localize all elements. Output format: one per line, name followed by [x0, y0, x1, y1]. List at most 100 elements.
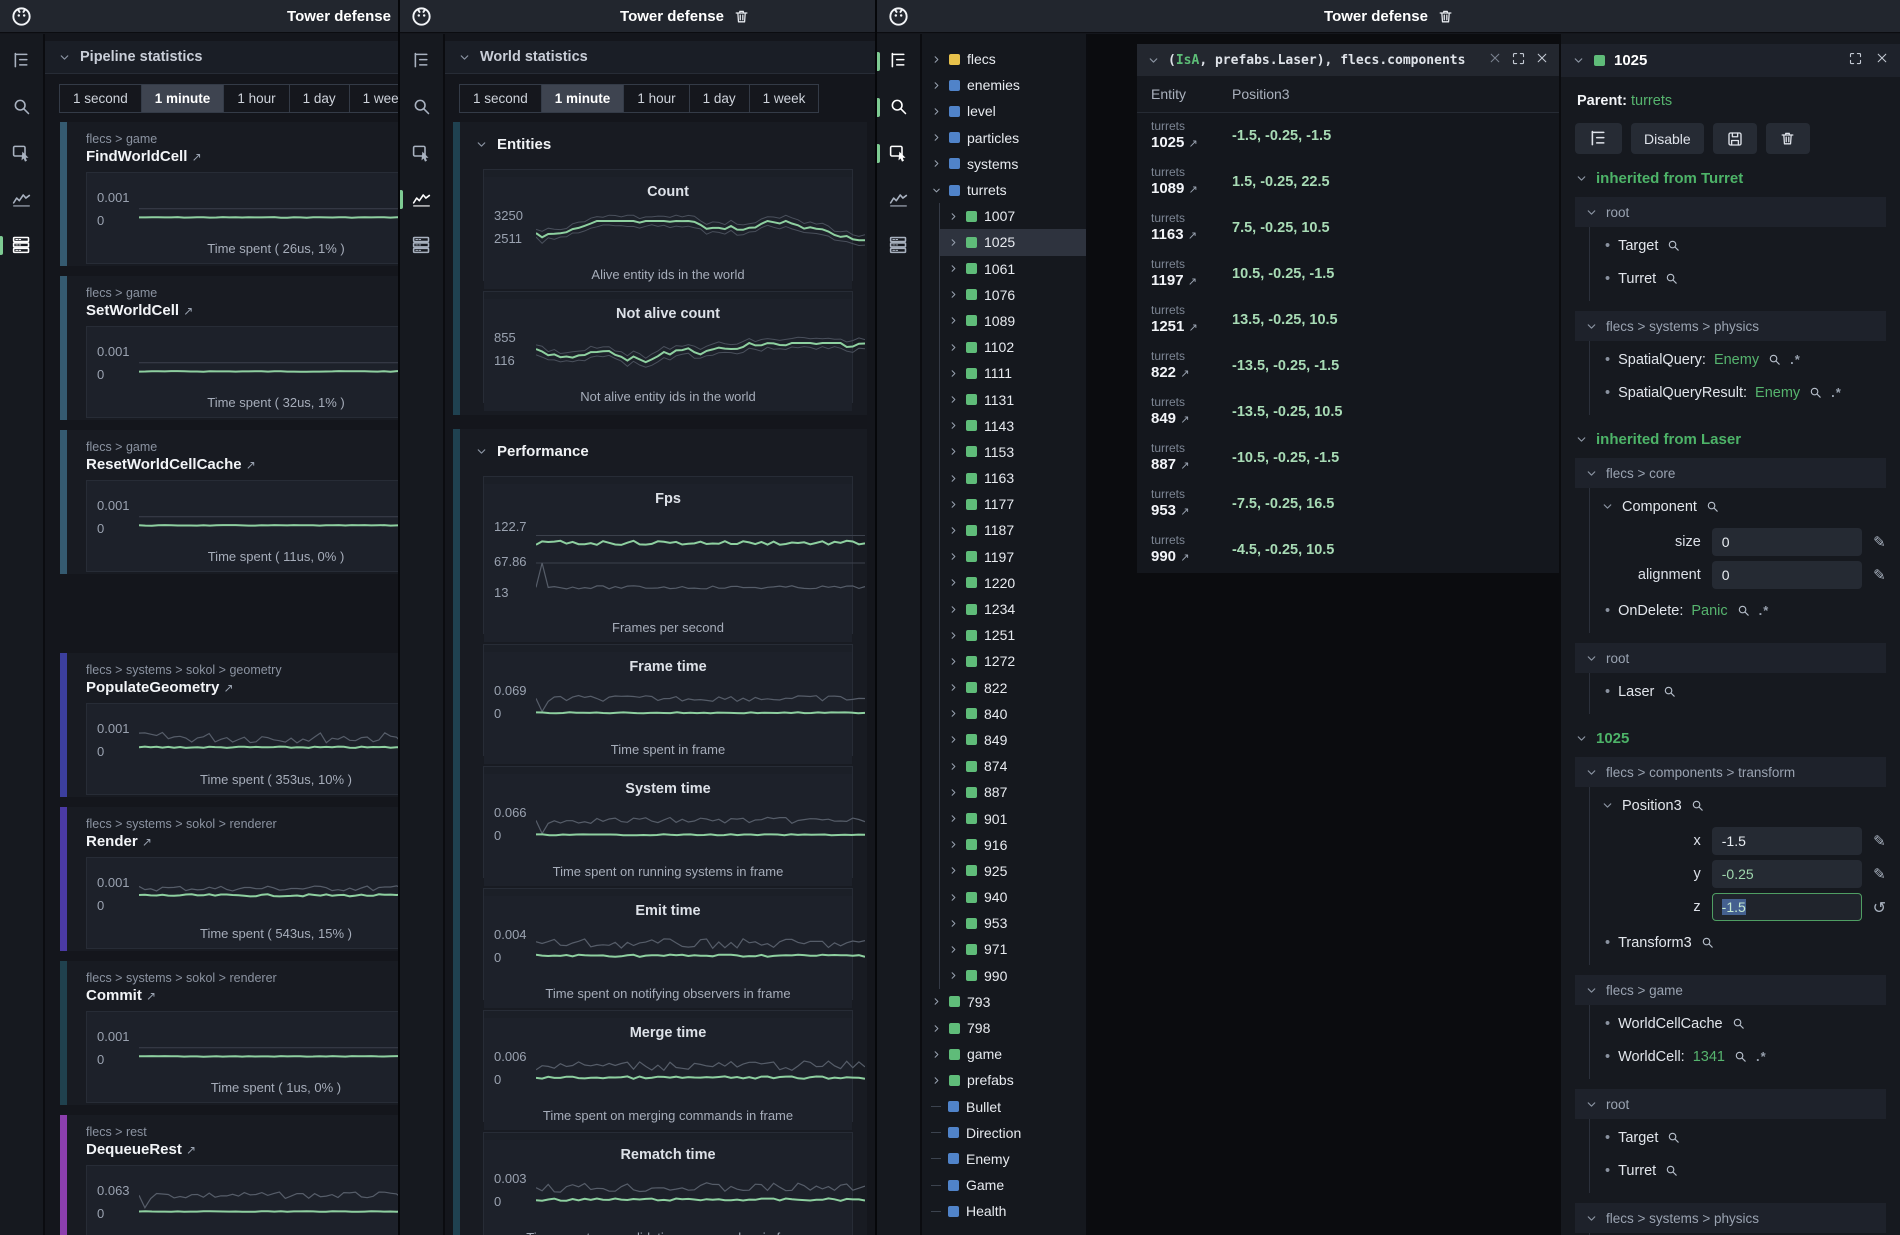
scope-header[interactable]: root	[1575, 1089, 1886, 1119]
open-link-icon[interactable]: ↗	[1188, 229, 1197, 242]
chevron-right-icon[interactable]	[948, 970, 959, 981]
time-range-tab[interactable]: 1 hour	[224, 85, 288, 112]
component-value-link[interactable]: Enemy	[1755, 385, 1800, 401]
tree-item-1089[interactable]: 1089	[939, 308, 1086, 334]
chevron-right-icon[interactable]	[931, 996, 942, 1007]
size-value-input[interactable]: 0	[1712, 528, 1862, 556]
tree-item-822[interactable]: 822	[939, 675, 1086, 701]
clear-query-icon[interactable]	[1488, 51, 1502, 69]
chevron-right-icon[interactable]	[948, 394, 959, 405]
inspect-icon[interactable]	[411, 142, 433, 164]
tree-item-flecs[interactable]: flecs	[922, 46, 1086, 72]
time-range-tab[interactable]: 1 minute	[542, 85, 624, 112]
open-link-icon[interactable]: ↗	[224, 681, 234, 695]
chevron-right-icon[interactable]	[931, 158, 942, 169]
tree-item-1076[interactable]: 1076	[939, 282, 1086, 308]
magnifier-icon[interactable]	[1700, 935, 1715, 950]
chevron-right-icon[interactable]	[948, 630, 959, 641]
open-link-icon[interactable]: ↗	[1189, 321, 1198, 334]
open-link-icon[interactable]: ↗	[183, 304, 193, 318]
inspect-icon[interactable]	[11, 142, 33, 164]
magnifier-icon[interactable]	[1666, 1130, 1681, 1145]
magnifier-icon[interactable]	[1736, 603, 1751, 618]
tree-item-1111[interactable]: 1111	[939, 360, 1086, 386]
entity-link[interactable]: 1163 ↗	[1151, 226, 1232, 245]
chevron-right-icon[interactable]	[948, 892, 959, 903]
time-range-tab[interactable]: 1 week	[750, 85, 819, 112]
tree-item-Direction[interactable]: Direction	[922, 1120, 1086, 1146]
open-link-icon[interactable]: ↗	[246, 458, 256, 472]
tree-item-turrets[interactable]: turrets	[922, 177, 1086, 203]
chevron-down-icon[interactable]	[1572, 54, 1585, 67]
tree-item-Enemy[interactable]: Enemy	[922, 1146, 1086, 1172]
scope-header[interactable]: root	[1575, 197, 1886, 227]
chevron-right-icon[interactable]	[948, 656, 959, 667]
open-link-icon[interactable]: ↗	[1180, 459, 1189, 472]
inherit-section-title[interactable]: inherited from Turret	[1575, 170, 1886, 187]
time-range-tab[interactable]: 1 minute	[142, 85, 224, 112]
tree-item-enemies[interactable]: enemies	[922, 72, 1086, 98]
open-link-icon[interactable]: ↗	[1180, 413, 1189, 426]
disable-button[interactable]: Disable	[1631, 123, 1704, 154]
tree-item-particles[interactable]: particles	[922, 125, 1086, 151]
tree-item-1163[interactable]: 1163	[939, 465, 1086, 491]
entity-link[interactable]: 1025 ↗	[1151, 134, 1232, 153]
system-name-link[interactable]: FindWorldCell ↗	[86, 148, 398, 165]
trash-icon[interactable]	[733, 8, 750, 25]
chevron-right-icon[interactable]	[948, 577, 959, 588]
scope-header[interactable]: flecs > components > transform	[1575, 757, 1886, 787]
pencil-icon[interactable]: ✎	[1873, 566, 1886, 584]
chevron-right-icon[interactable]	[931, 106, 942, 117]
chevron-right-icon[interactable]	[948, 839, 959, 850]
chevron-right-icon[interactable]	[931, 1075, 942, 1086]
tree-item-1061[interactable]: 1061	[939, 256, 1086, 282]
pencil-icon[interactable]: ✎	[1873, 533, 1886, 551]
query-expression[interactable]: (IsA, prefabs.Laser), flecs.components	[1168, 53, 1465, 68]
chevron-right-icon[interactable]	[948, 682, 959, 693]
magnifier-icon[interactable]	[1664, 271, 1679, 286]
entity-link[interactable]: 953 ↗	[1151, 502, 1232, 521]
chevron-right-icon[interactable]	[948, 368, 959, 379]
tree-item-901[interactable]: 901	[939, 805, 1086, 831]
tree-item-793[interactable]: 793	[922, 989, 1086, 1015]
alignment-value-input[interactable]: 0	[1712, 561, 1862, 589]
search-icon[interactable]	[11, 96, 33, 118]
tree-item-798[interactable]: 798	[922, 1015, 1086, 1041]
tree-item-940[interactable]: 940	[939, 884, 1086, 910]
close-panel-icon[interactable]	[1875, 51, 1889, 71]
component-value-link[interactable]: Panic	[1691, 603, 1727, 619]
tree-item-game[interactable]: game	[922, 1041, 1086, 1067]
tree-icon[interactable]	[11, 50, 33, 72]
chevron-right-icon[interactable]	[948, 525, 959, 536]
entity-link[interactable]: 849 ↗	[1151, 410, 1232, 429]
system-name-link[interactable]: PopulateGeometry ↗	[86, 679, 398, 696]
open-link-icon[interactable]: ↗	[192, 150, 202, 164]
tree-item-Health[interactable]: Health	[922, 1198, 1086, 1224]
tree-item-849[interactable]: 849	[939, 727, 1086, 753]
chevron-right-icon[interactable]	[948, 420, 959, 431]
chevron-right-icon[interactable]	[948, 263, 959, 274]
magnifier-icon[interactable]	[1664, 1163, 1679, 1178]
open-link-icon[interactable]: ↗	[1180, 367, 1189, 380]
scope-header[interactable]: flecs > systems > physics	[1575, 311, 1886, 341]
chevron-right-icon[interactable]	[948, 211, 959, 222]
tree-item-prefabs[interactable]: prefabs	[922, 1067, 1086, 1093]
tree-item-Bullet[interactable]: Bullet	[922, 1094, 1086, 1120]
time-range-tab[interactable]: 1 hour	[624, 85, 688, 112]
chevron-right-icon[interactable]	[948, 813, 959, 824]
chevron-right-icon[interactable]	[948, 315, 959, 326]
z-value-input[interactable]: -1.5	[1712, 893, 1862, 921]
time-range-tab[interactable]: 1 second	[60, 85, 141, 112]
tree-item-1197[interactable]: 1197	[939, 544, 1086, 570]
chevron-right-icon[interactable]	[948, 237, 959, 248]
entity-link[interactable]: 1197 ↗	[1151, 272, 1232, 291]
pencil-icon[interactable]: ✎	[1873, 832, 1886, 850]
entity-link[interactable]: 822 ↗	[1151, 364, 1232, 383]
chart-icon[interactable]	[888, 188, 910, 210]
scope-header[interactable]: flecs > systems > physics	[1575, 1203, 1886, 1233]
scope-header[interactable]: flecs > core	[1575, 458, 1886, 488]
open-link-icon[interactable]: ↗	[1188, 275, 1197, 288]
magnifier-icon[interactable]	[1767, 352, 1782, 367]
section-header[interactable]: Performance	[461, 439, 867, 466]
entity-link[interactable]: 990 ↗	[1151, 548, 1232, 567]
